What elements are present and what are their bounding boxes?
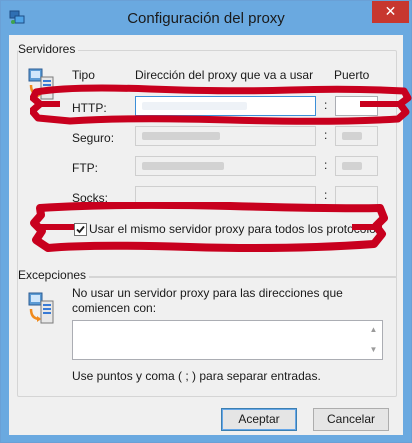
column-header-address: Dirección del proxy que va a usar: [135, 68, 314, 82]
dialog-body: Servidores Tipo Dirección del proxy que …: [9, 35, 403, 435]
ok-button[interactable]: Aceptar: [221, 408, 297, 431]
ftp-address-input[interactable]: [135, 156, 316, 176]
same-proxy-label[interactable]: Usar el mismo servidor proxy para todos …: [89, 222, 382, 236]
secure-port-input[interactable]: [335, 126, 378, 146]
window-title: Configuración del proxy: [127, 10, 285, 27]
ftp-label: FTP:: [72, 161, 98, 175]
exceptions-group: Excepciones No usar un servidor proxy pa…: [17, 268, 397, 397]
scroll-down-icon[interactable]: ▼: [366, 342, 381, 358]
socks-label: Socks:: [72, 191, 109, 205]
exceptions-description-line1: No usar un servidor proxy para las direc…: [72, 286, 343, 300]
checkmark-icon: [76, 225, 85, 234]
cancel-button[interactable]: Cancelar: [313, 408, 389, 431]
http-address-value: [142, 102, 247, 110]
proxy-computers-icon: [28, 68, 54, 100]
socks-address-input[interactable]: [135, 186, 316, 206]
secure-address-input[interactable]: [135, 126, 316, 146]
close-icon: ✕: [384, 3, 397, 19]
exceptions-hint: Use puntos y coma ( ; ) para separar ent…: [72, 369, 321, 383]
exceptions-textarea[interactable]: ▲ ▼: [72, 320, 383, 360]
ftp-address-value: [142, 162, 224, 170]
servers-group-title: Servidores: [18, 42, 79, 56]
secure-port-value: [342, 132, 362, 140]
http-label: HTTP:: [72, 101, 107, 115]
socks-colon: :: [324, 188, 328, 202]
http-colon: :: [324, 98, 328, 112]
servers-group: Servidores Tipo Dirección del proxy que …: [17, 42, 397, 278]
secure-colon: :: [324, 128, 328, 142]
ftp-port-input[interactable]: [335, 156, 378, 176]
proxy-computers-icon: [28, 292, 54, 324]
scroll-up-icon[interactable]: ▲: [366, 322, 381, 338]
title-bar[interactable]: Configuración del proxy ✕: [1, 1, 411, 35]
socks-port-input[interactable]: [335, 186, 378, 206]
http-address-input[interactable]: [135, 96, 316, 116]
secure-label: Seguro:: [72, 131, 115, 145]
secure-address-value: [142, 132, 220, 140]
column-header-type: Tipo: [72, 68, 95, 82]
ftp-port-value: [342, 162, 362, 170]
column-header-port: Puerto: [334, 68, 370, 82]
proxy-settings-dialog: Configuración del proxy ✕ Servidores Tip…: [0, 0, 412, 443]
close-button[interactable]: ✕: [372, 1, 409, 23]
http-port-input[interactable]: [335, 96, 378, 116]
exceptions-description-line2: comiencen con:: [72, 301, 157, 315]
exceptions-group-title: Excepciones: [18, 268, 90, 282]
same-proxy-checkbox[interactable]: [74, 223, 87, 236]
ftp-colon: :: [324, 158, 328, 172]
